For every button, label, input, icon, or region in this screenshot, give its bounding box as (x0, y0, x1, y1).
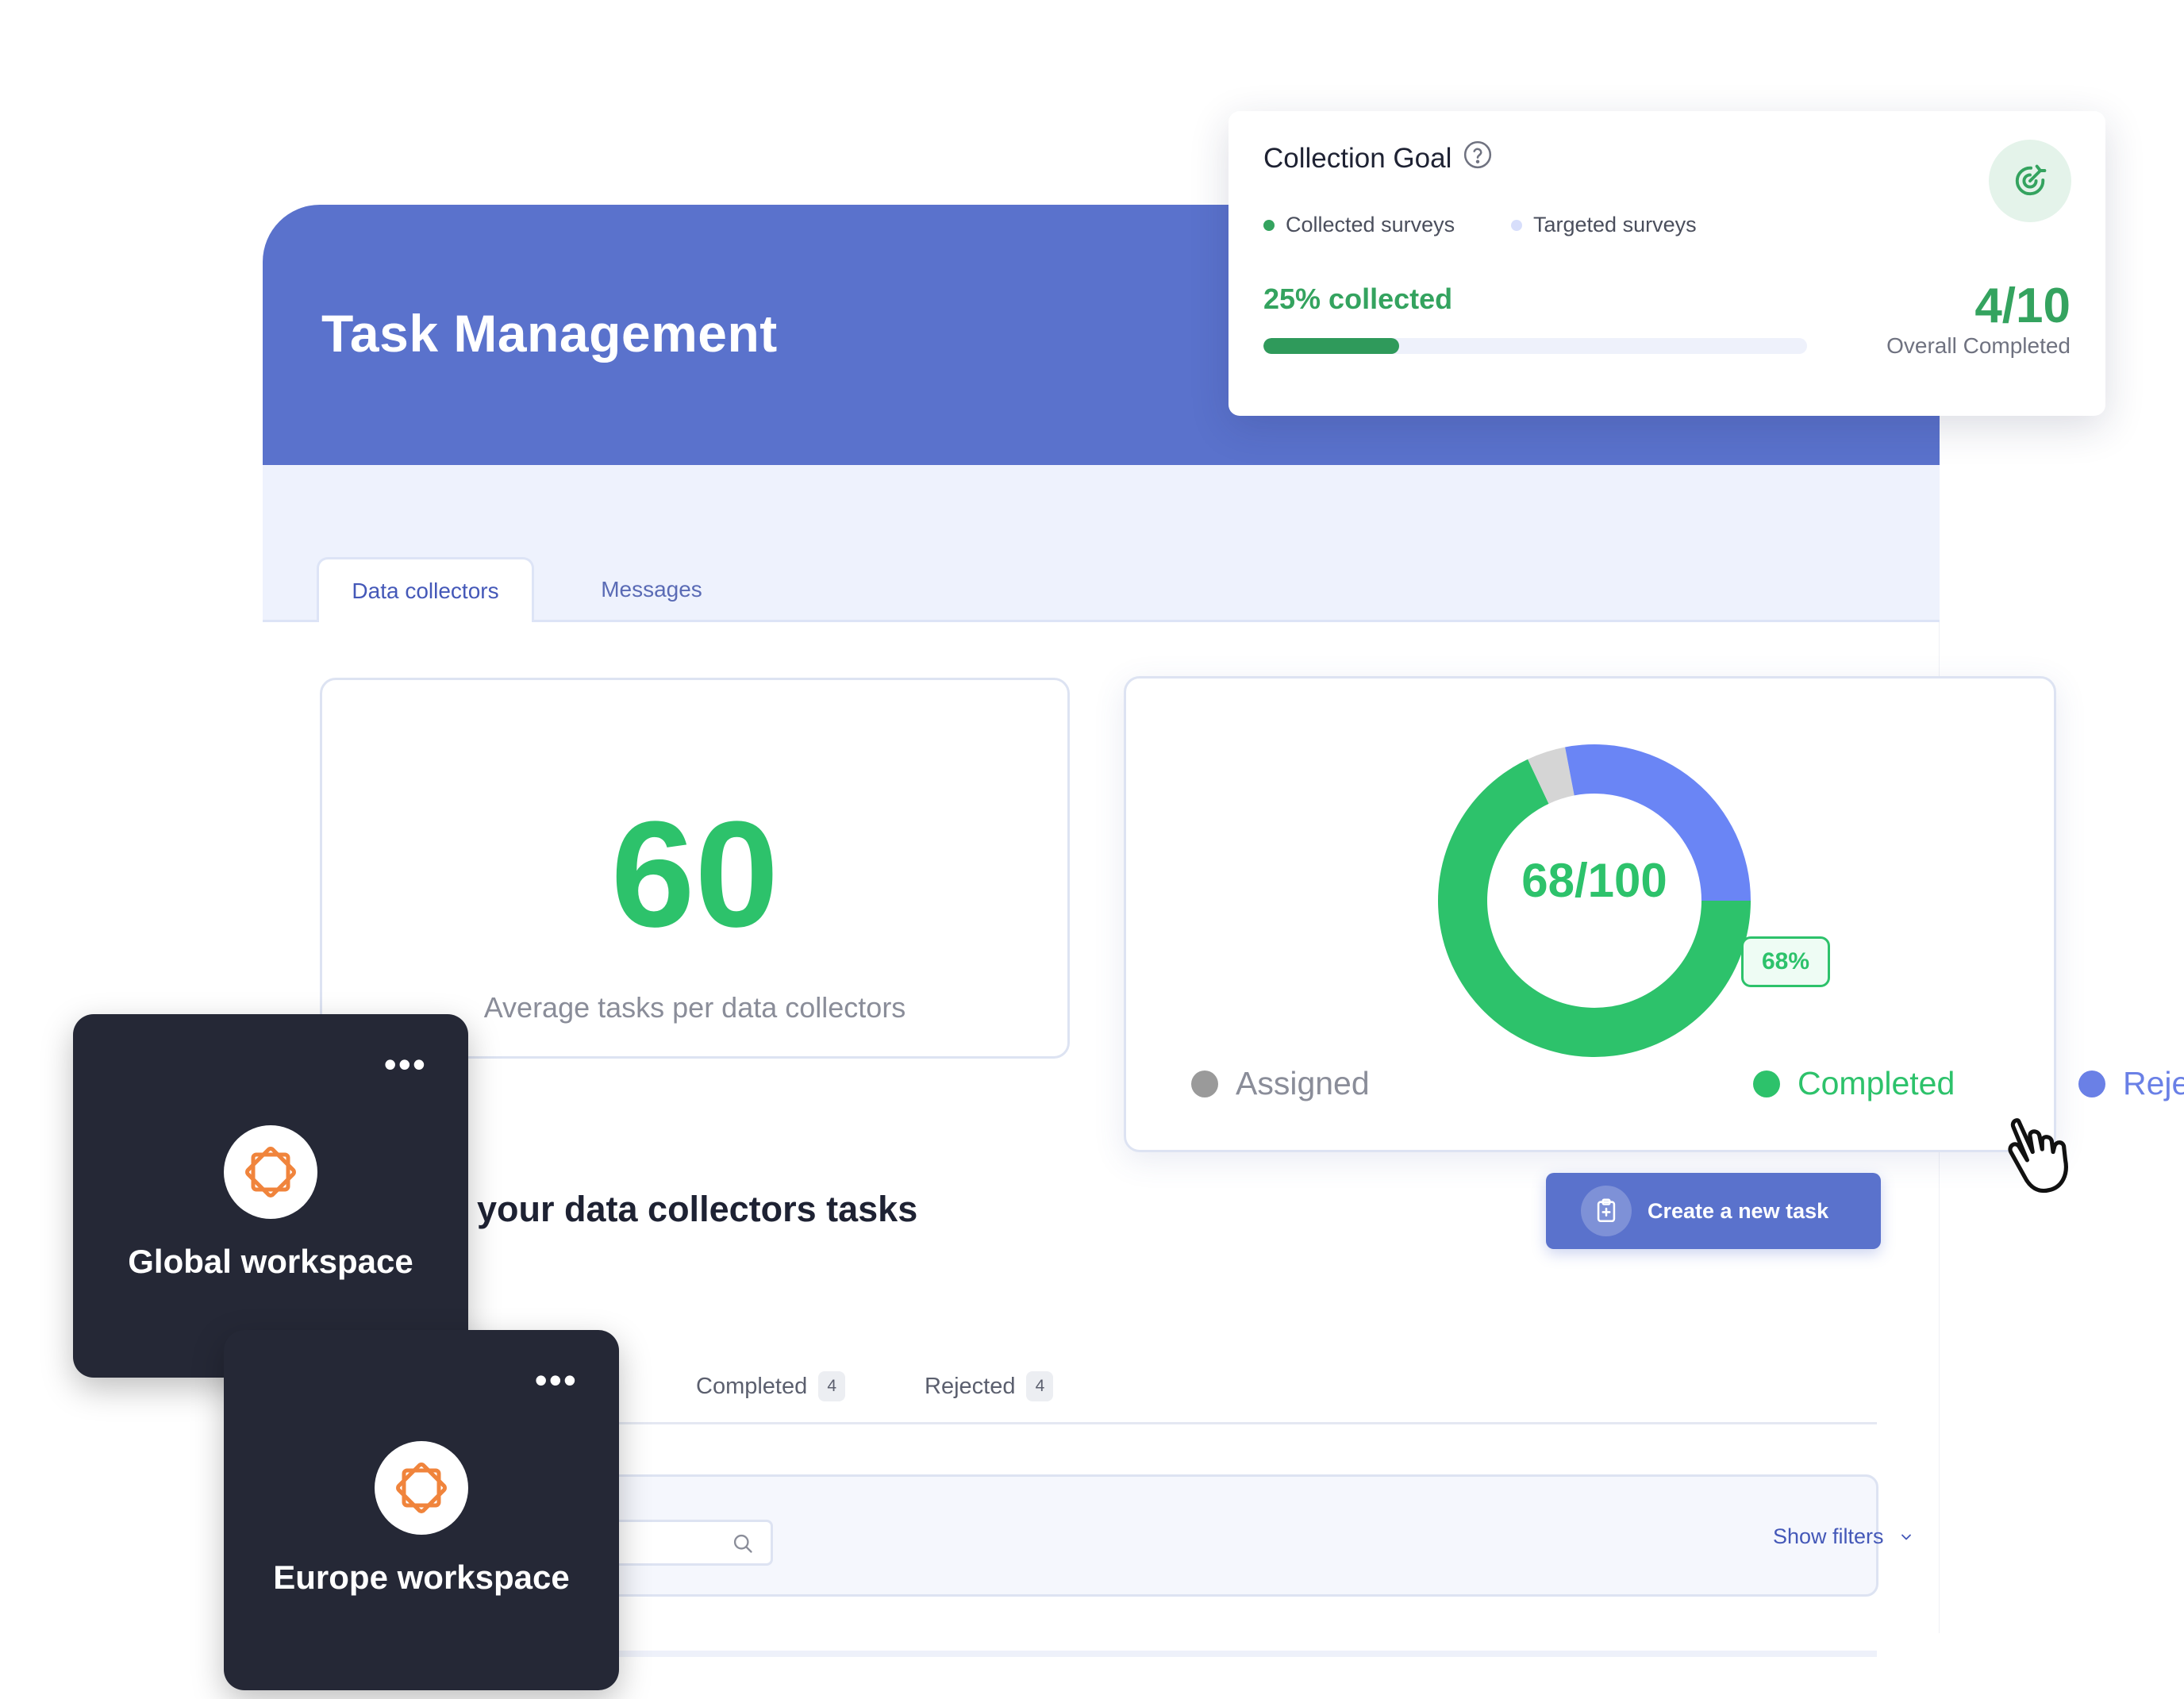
average-tasks-value: 60 (610, 790, 779, 959)
workspace-logo-icon (375, 1441, 468, 1535)
legend-dot-targeted (1511, 219, 1522, 231)
help-icon[interactable] (1463, 140, 1493, 177)
legend-dot-completed (1753, 1070, 1780, 1097)
legend-assigned[interactable]: Assigned (1191, 1065, 1370, 1102)
legend-dot-collected (1263, 219, 1275, 231)
collection-goal-title: Collection Goal (1263, 140, 1493, 177)
create-task-label: Create a new task (1648, 1198, 1829, 1223)
page-title: Task Management (321, 304, 778, 363)
subtab-rejected-count: 4 (1026, 1371, 1054, 1401)
legend-label-assigned: Assigned (1236, 1065, 1370, 1101)
show-filters-toggle[interactable]: Show filters (1773, 1524, 1914, 1549)
legend-dot-rejected (2078, 1070, 2105, 1097)
show-filters-label: Show filters (1773, 1524, 1884, 1548)
collection-progress-bar (1263, 338, 1807, 354)
create-task-button[interactable]: Create a new task (1546, 1173, 1881, 1249)
overall-completed-label: Overall Completed (1886, 333, 2071, 358)
chevron-down-icon (1898, 1529, 1914, 1545)
workspace-name: Europe workspace (273, 1559, 570, 1596)
overall-completed-count: 4/10 (1974, 279, 2071, 333)
target-icon (1989, 140, 2071, 222)
legend-label-collected: Collected surveys (1286, 213, 1455, 236)
hand-pointer-icon (2000, 1111, 2087, 1202)
average-tasks-card: 60 Average tasks per data collectors (320, 678, 1070, 1059)
workspace-card-global[interactable]: ••• Global workspace (73, 1014, 468, 1378)
completed-percent-tooltip: 68% (1741, 936, 1830, 987)
tab-messages[interactable]: Messages (564, 557, 739, 622)
legend-collected-surveys: Collected surveys (1263, 213, 1455, 237)
workspace-name: Global workspace (128, 1243, 413, 1280)
legend-completed[interactable]: Completed (1753, 1065, 1955, 1102)
legend-label-targeted: Targeted surveys (1533, 213, 1697, 236)
subtab-completed[interactable]: Completed 4 (696, 1371, 846, 1401)
legend-dot-assigned (1191, 1070, 1218, 1097)
task-status-card: 68/100 68% Assigned Completed Rejected (1124, 676, 2184, 1152)
subtab-completed-count: 4 (818, 1371, 846, 1401)
main-tab-bar: Data collectors Messages (263, 465, 1940, 622)
legend-rejected[interactable]: Rejected (2078, 1065, 2184, 1102)
more-options-icon[interactable]: ••• (384, 1046, 427, 1082)
subtab-rejected-label: Rejected (925, 1373, 1016, 1399)
workspace-logo-icon (224, 1125, 317, 1219)
collected-percent-label: 25% collected (1263, 283, 1453, 315)
collection-goal-title-text: Collection Goal (1263, 142, 1452, 174)
collection-goal-card: Collection Goal Collected surveys Target… (1228, 111, 2105, 416)
search-icon[interactable] (732, 1532, 754, 1559)
legend-label-rejected: Rejected (2123, 1065, 2184, 1101)
more-options-icon[interactable]: ••• (535, 1362, 578, 1398)
legend-label-completed: Completed (1798, 1065, 1955, 1101)
clipboard-plus-icon (1581, 1186, 1632, 1236)
tab-data-collectors[interactable]: Data collectors (317, 557, 534, 622)
donut-center-label: 68/100 (1521, 854, 1667, 907)
legend-targeted-surveys: Targeted surveys (1511, 213, 1697, 237)
subtab-completed-label: Completed (696, 1373, 808, 1399)
section-title: your data collectors tasks (477, 1189, 918, 1229)
collection-progress-fill (1263, 338, 1400, 354)
workspace-card-europe[interactable]: ••• Europe workspace (224, 1330, 619, 1690)
subtab-rejected[interactable]: Rejected 4 (925, 1371, 1054, 1401)
